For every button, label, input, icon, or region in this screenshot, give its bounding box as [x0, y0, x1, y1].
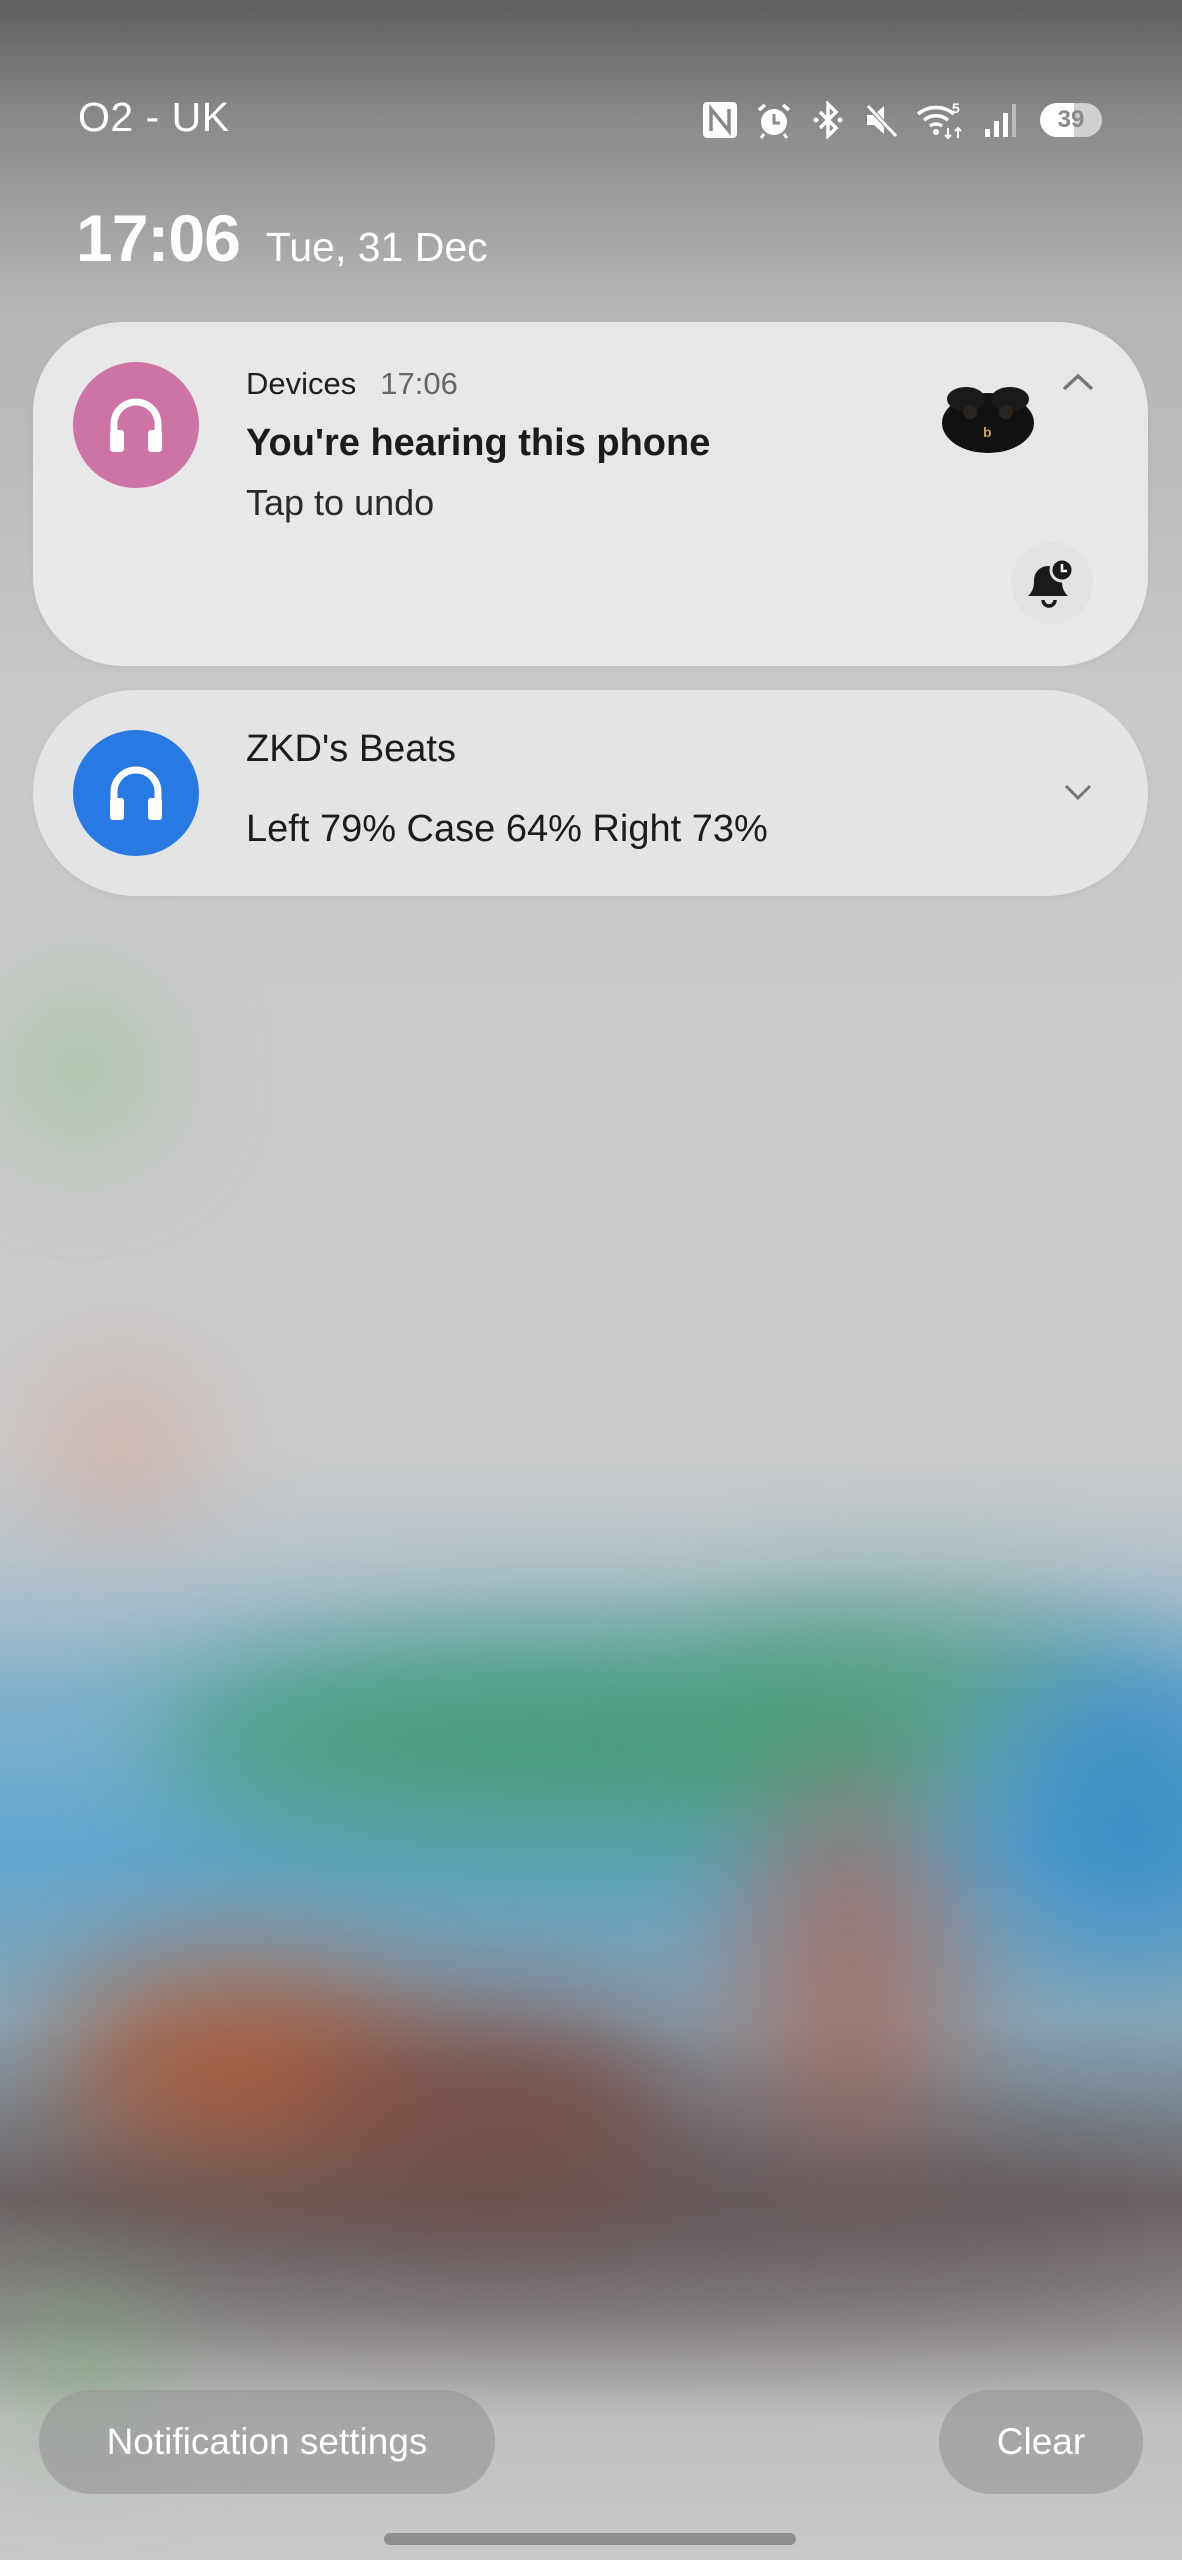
home-gesture-bar[interactable] — [384, 2533, 796, 2545]
wifi-icon: 5 — [916, 100, 966, 140]
notification-beats[interactable]: ZKD's Beats Left 79% Case 64% Right 73% — [33, 690, 1148, 896]
alarm-icon — [754, 100, 794, 140]
bluetooth-icon — [808, 100, 848, 140]
app-icon-beats — [73, 730, 199, 856]
svg-text:b: b — [983, 424, 992, 440]
battery-levels: Left 79% Case 64% Right 73% — [246, 808, 768, 850]
notification-time: 17:06 — [380, 366, 458, 401]
status-bar: O2 - UK 5 39 — [0, 80, 1182, 160]
notification-devices[interactable]: Devices 17:06 You're hearing this phone … — [33, 322, 1148, 666]
app-name: Devices — [246, 366, 357, 401]
clock-date-row: 17:06 Tue, 31 Dec — [76, 200, 488, 276]
expand-button[interactable] — [1053, 772, 1103, 812]
mute-icon — [862, 100, 902, 140]
snooze-button[interactable] — [1011, 542, 1093, 624]
carrier-name: O2 - UK — [78, 94, 230, 140]
notification-text[interactable]: Tap to undo — [246, 482, 434, 524]
notification-title: You're hearing this phone — [246, 422, 711, 464]
chevron-down-icon — [1064, 784, 1092, 801]
date: Tue, 31 Dec — [265, 224, 488, 270]
notification-settings-button[interactable]: Notification settings — [39, 2390, 495, 2494]
chevron-up-icon — [1062, 373, 1094, 391]
nfc-icon — [700, 100, 740, 140]
battery-indicator: 39 — [1040, 103, 1102, 137]
headphones-icon — [110, 766, 162, 820]
earbuds-case-image: b — [940, 379, 1036, 455]
clock: 17:06 — [76, 201, 241, 275]
svg-text:5: 5 — [952, 100, 960, 116]
notification-header: Devices 17:06 — [246, 366, 458, 402]
status-icons: 5 39 — [700, 100, 1102, 140]
device-name: ZKD's Beats — [246, 728, 456, 770]
collapse-button[interactable] — [1053, 362, 1103, 402]
headphones-icon — [110, 398, 162, 452]
signal-icon — [980, 100, 1020, 140]
clear-button[interactable]: Clear — [939, 2390, 1143, 2494]
snooze-bell-icon — [1028, 558, 1075, 608]
app-icon-devices — [73, 362, 199, 488]
